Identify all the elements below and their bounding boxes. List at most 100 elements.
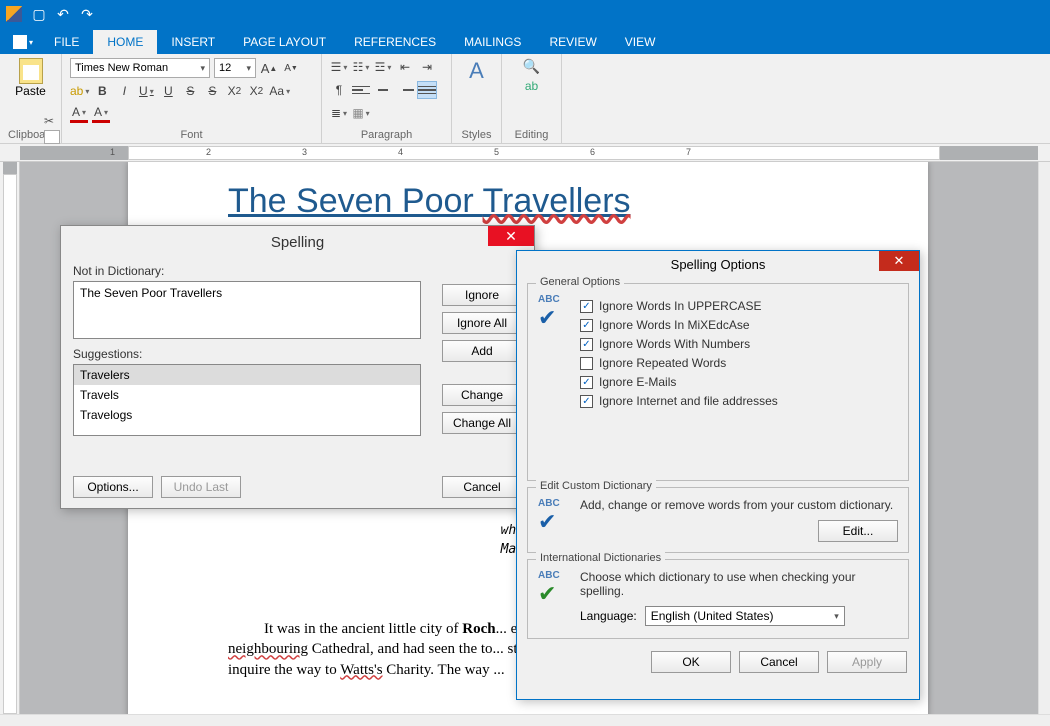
spelling-close-button[interactable]: ✕ (488, 226, 534, 246)
change-case-button[interactable]: Aa (269, 82, 290, 100)
add-button[interactable]: Add (442, 340, 522, 362)
option-ignore-words-with-numbers[interactable]: ✓Ignore Words With Numbers (580, 337, 898, 351)
styles-icon[interactable]: A (469, 58, 484, 84)
option-ignore-words-in-mixedcase[interactable]: ✓ Ignore Words In MiXEdcAse (580, 318, 898, 332)
font-group: Times New Roman▾ 12▾ A▲ A▼ ab B I U U S … (62, 54, 322, 143)
ignore-all-button[interactable]: Ignore All (442, 312, 522, 334)
intl-dict-legend: International Dictionaries (536, 552, 665, 564)
document-title[interactable]: The Seven Poor Travellers (228, 182, 828, 221)
multilevel-icon[interactable]: ☲ (374, 58, 392, 76)
show-marks-icon[interactable]: ¶ (330, 81, 348, 99)
option-ignore-e-mails[interactable]: ✓Ignore E-Mails (580, 375, 898, 389)
suggestion-item[interactable]: Travels (74, 385, 420, 405)
decrease-indent-icon[interactable]: ⇤ (396, 58, 414, 76)
option-label: Ignore Repeated Words (599, 356, 726, 370)
undo-last-button: Undo Last (161, 476, 241, 498)
bullets-icon[interactable]: ☰ (330, 58, 348, 76)
font-size-combo[interactable]: 12▾ (214, 58, 256, 78)
cut-icon[interactable]: ✂ (44, 114, 60, 128)
paste-button[interactable]: Paste (8, 58, 53, 98)
increase-indent-icon[interactable]: ⇥ (418, 58, 436, 76)
spelling-title-text: Spelling (271, 234, 324, 251)
checkbox-icon[interactable]: ✓ (580, 300, 593, 313)
quick-access-toolbar: ▢ ↶ ↷ (30, 5, 96, 23)
app-menu-button[interactable]: ▾ (6, 30, 40, 54)
checkbox-icon[interactable] (580, 357, 593, 370)
copy-icon[interactable] (44, 130, 60, 144)
title-bar: ▢ ↶ ↷ (0, 0, 1050, 28)
ignore-button[interactable]: Ignore (442, 284, 522, 306)
spelling-cancel-button[interactable]: Cancel (442, 476, 522, 498)
not-in-dictionary-textbox[interactable]: The Seven Poor Travellers (73, 281, 421, 339)
font-color-2-icon[interactable]: A (92, 105, 110, 123)
international-dict-group: International Dictionaries ABC✔ Choose w… (527, 559, 909, 639)
italic-button[interactable]: I (115, 82, 133, 100)
options-ok-button[interactable]: OK (651, 651, 731, 673)
tab-file[interactable]: FILE (40, 30, 93, 54)
checkbox-icon[interactable]: ✓ (580, 395, 593, 408)
align-justify-button[interactable] (418, 82, 436, 98)
vertical-ruler[interactable] (0, 162, 20, 714)
options-apply-button: Apply (827, 651, 907, 673)
numbering-icon[interactable]: ☷ (352, 58, 370, 76)
underline-button[interactable]: U (137, 82, 155, 100)
option-ignore-repeated-words[interactable]: Ignore Repeated Words (580, 356, 898, 370)
shading-icon[interactable]: ▦ (352, 104, 370, 122)
options-button[interactable]: Options... (73, 476, 153, 498)
language-value: English (United States) (651, 609, 774, 623)
option-label: Ignore Words In MiXEdcAse (599, 318, 750, 332)
option-ignore-words-in-uppercase[interactable]: ✓Ignore Words In UPPERCASE (580, 299, 898, 313)
undo-icon[interactable]: ↶ (54, 5, 72, 23)
align-right-button[interactable] (396, 82, 414, 98)
horizontal-scrollbar[interactable] (0, 714, 1050, 726)
custom-dictionary-group: Edit Custom Dictionary ABC✔ Add, change … (527, 487, 909, 553)
tab-references[interactable]: REFERENCES (340, 30, 450, 54)
align-left-button[interactable] (352, 82, 370, 98)
double-strike-button[interactable]: S (203, 82, 221, 100)
suggestion-item[interactable]: Travelogs (74, 405, 420, 425)
tab-mailings[interactable]: MAILINGS (450, 30, 535, 54)
align-center-button[interactable] (374, 82, 392, 98)
tab-home[interactable]: HOME (93, 30, 157, 54)
grow-font-icon[interactable]: A▲ (260, 59, 278, 77)
checkbox-icon[interactable]: ✓ (580, 338, 593, 351)
change-button[interactable]: Change (442, 384, 522, 406)
tab-review[interactable]: REVIEW (535, 30, 610, 54)
suggestion-item[interactable]: Travelers (74, 365, 420, 385)
double-underline-button[interactable]: U (159, 82, 177, 100)
font-name-combo[interactable]: Times New Roman▾ (70, 58, 210, 78)
spelling-options-dialog: Spelling Options ✕ General Options ABC✔ … (516, 250, 920, 700)
shrink-font-icon[interactable]: A▼ (282, 59, 300, 77)
horizontal-ruler[interactable]: 1234567 (0, 144, 1050, 162)
ribbon: Paste ✂ 🖌 Clipboard Times New Roman▾ 12▾… (0, 54, 1050, 144)
highlight-color-icon[interactable]: ab (70, 82, 89, 100)
find-icon[interactable]: 🔍 (523, 58, 540, 75)
subscript-button[interactable]: X2 (247, 82, 265, 100)
general-options-legend: General Options (536, 276, 624, 288)
bold-button[interactable]: B (93, 82, 111, 100)
font-color-icon[interactable]: A (70, 105, 88, 123)
abc-globe-icon: ABC✔ (538, 570, 570, 602)
strikethrough-button[interactable]: S (181, 82, 199, 100)
save-icon[interactable]: ▢ (30, 5, 48, 23)
superscript-button[interactable]: X2 (225, 82, 243, 100)
checkbox-icon[interactable]: ✓ (580, 319, 593, 332)
replace-icon[interactable]: ab (525, 79, 538, 93)
suggestions-listbox[interactable]: TravelersTravelsTravelogs (73, 364, 421, 436)
vertical-scrollbar[interactable] (1038, 162, 1050, 714)
options-close-button[interactable]: ✕ (879, 251, 919, 271)
language-combo[interactable]: English (United States)▾ (645, 606, 845, 626)
change-all-button[interactable]: Change All (442, 412, 522, 434)
option-ignore-internet-and-file-addresses[interactable]: ✓Ignore Internet and file addresses (580, 394, 898, 408)
tab-page-layout[interactable]: PAGE LAYOUT (229, 30, 340, 54)
redo-icon[interactable]: ↷ (78, 5, 96, 23)
paste-icon (19, 58, 43, 84)
tab-view[interactable]: VIEW (611, 30, 670, 54)
checkbox-icon[interactable]: ✓ (580, 376, 593, 389)
app-icon (6, 6, 22, 22)
options-cancel-button[interactable]: Cancel (739, 651, 819, 673)
line-spacing-icon[interactable]: ≣ (330, 104, 348, 122)
edit-dictionary-button[interactable]: Edit... (818, 520, 898, 542)
paste-label: Paste (15, 84, 46, 98)
tab-insert[interactable]: INSERT (157, 30, 229, 54)
